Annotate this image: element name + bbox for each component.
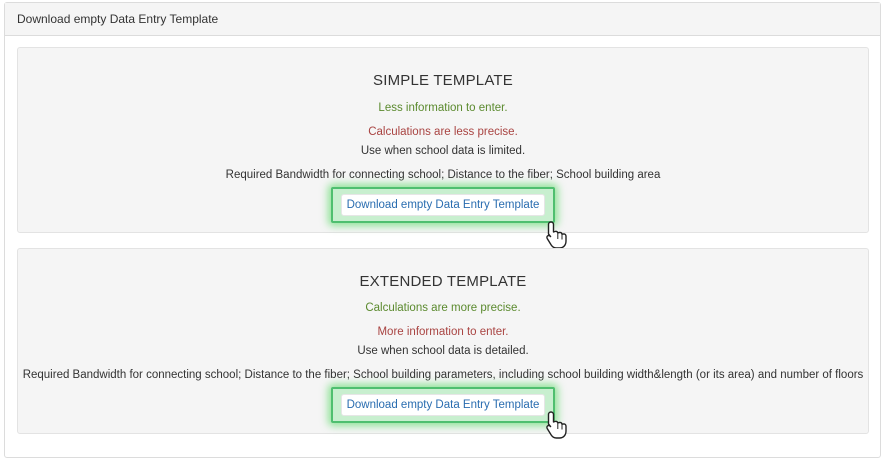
extended-template-usage-line: Use when school data is detailed. — [357, 345, 529, 357]
hand-pointer-cursor-icon — [546, 221, 567, 249]
simple-template-section: SIMPLE TEMPLATE Less information to ente… — [17, 47, 869, 249]
simple-template-title: SIMPLE TEMPLATE — [373, 72, 513, 89]
simple-download-highlight: Download empty Data Entry Template — [331, 187, 555, 223]
extended-template-section: EXTENDED TEMPLATE Calculations are more … — [17, 248, 869, 439]
simple-download-button[interactable]: Download empty Data Entry Template — [341, 194, 545, 216]
simple-template-precision-line: Calculations are less precise. — [368, 126, 518, 138]
simple-template-usage-line: Use when school data is limited. — [360, 145, 526, 157]
extended-template-info-line: More information to enter. — [377, 326, 509, 338]
simple-template-requirements-line: Required Bandwidth for connecting school… — [225, 169, 661, 181]
download-template-panel: Download empty Data Entry Template SIMPL… — [4, 2, 881, 458]
extended-template-title: EXTENDED TEMPLATE — [359, 273, 527, 290]
extended-template-requirements-line: Required Bandwidth for connecting school… — [22, 369, 864, 381]
extended-template-precision-line: Calculations are more precise. — [365, 302, 521, 314]
simple-template-info-line: Less information to enter. — [378, 102, 508, 114]
extended-download-highlight: Download empty Data Entry Template — [331, 387, 555, 423]
hand-pointer-cursor-icon — [546, 411, 567, 439]
panel-heading: Download empty Data Entry Template — [5, 3, 880, 36]
extended-download-button[interactable]: Download empty Data Entry Template — [341, 394, 545, 416]
